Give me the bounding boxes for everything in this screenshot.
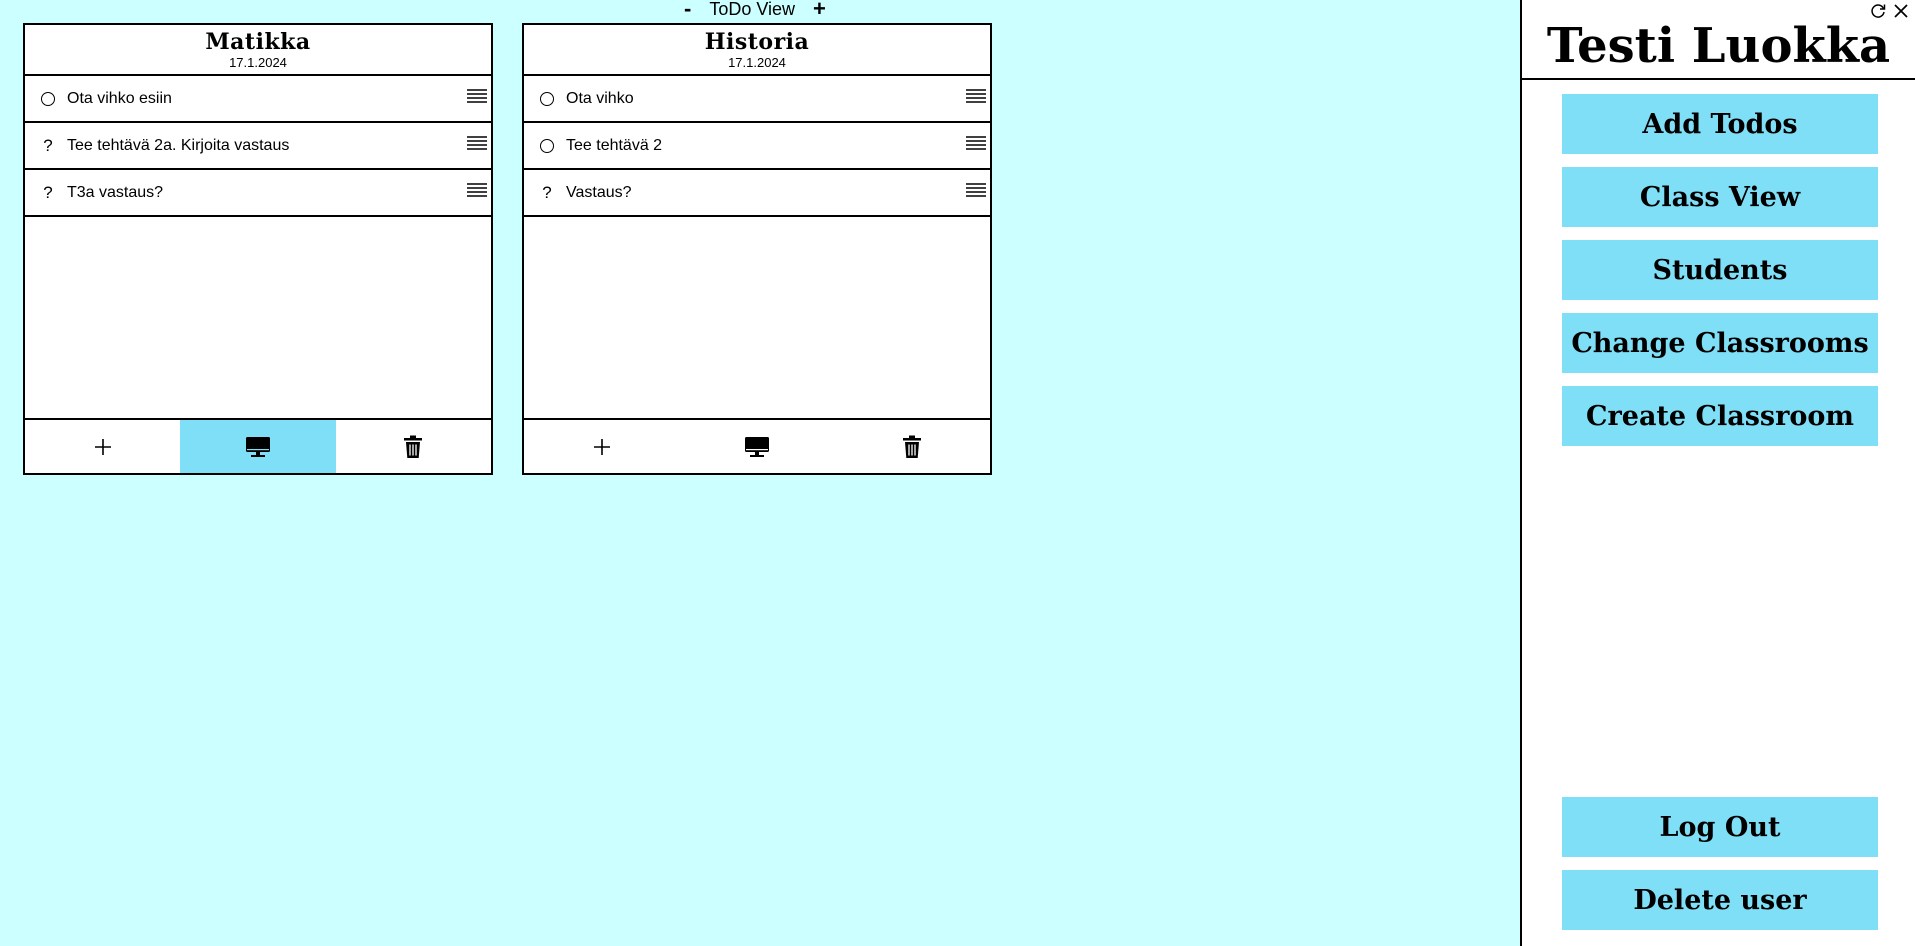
trash-icon (404, 435, 423, 458)
create-classroom-button[interactable]: Create Classroom (1562, 386, 1878, 446)
hamburger-icon[interactable] (466, 88, 488, 104)
students-button[interactable]: Students (1562, 240, 1878, 300)
zoom-out-button[interactable]: - (680, 0, 695, 20)
sidebar: Testi Luokka Add Todos Class View Studen… (1520, 0, 1915, 946)
view-toolbar: - ToDo View + (680, 0, 830, 20)
zoom-in-button[interactable]: + (809, 0, 830, 20)
card-footer (25, 418, 491, 473)
todo-item[interactable]: Ota vihko (524, 76, 990, 123)
monitor-icon (245, 436, 270, 457)
hamburger-icon[interactable] (965, 88, 987, 104)
delete-card-button[interactable] (336, 420, 491, 473)
hamburger-icon[interactable] (466, 135, 488, 151)
display-button[interactable] (180, 420, 336, 473)
todo-text: Vastaus? (566, 183, 632, 201)
view-title: ToDo View (709, 0, 796, 19)
card-header: Historia 17.1.2024 (524, 25, 990, 76)
todo-card-matikka: Matikka 17.1.2024 Ota vihko esiin ? Tee … (23, 23, 493, 475)
card-date: 17.1.2024 (728, 55, 786, 70)
hamburger-icon[interactable] (965, 135, 987, 151)
status-circle-icon[interactable] (538, 137, 556, 155)
todo-item[interactable]: ? Vastaus? (524, 170, 990, 217)
hamburger-icon[interactable] (965, 182, 987, 198)
classroom-title: Testi Luokka (1522, 0, 1915, 80)
refresh-icon[interactable] (1869, 2, 1887, 20)
add-todo-button[interactable] (25, 420, 180, 473)
todo-text: T3a vastaus? (67, 183, 164, 201)
display-button[interactable] (679, 420, 834, 473)
todo-text: Ota vihko esiin (67, 89, 172, 107)
status-question-icon[interactable]: ? (538, 183, 556, 202)
card-title: Matikka (205, 29, 311, 55)
plus-icon (94, 438, 111, 455)
todo-text: Tee tehtävä 2a. Kirjoita vastaus (67, 136, 290, 154)
close-icon[interactable] (1892, 2, 1910, 20)
todo-item[interactable]: ? T3a vastaus? (25, 170, 491, 217)
delete-card-button[interactable] (835, 420, 990, 473)
card-footer (524, 418, 990, 473)
delete-user-button[interactable]: Delete user (1562, 870, 1878, 930)
status-question-icon[interactable]: ? (39, 183, 57, 202)
trash-icon (903, 435, 922, 458)
todo-card-historia: Historia 17.1.2024 Ota vihko Tee tehtävä… (522, 23, 992, 475)
plus-icon (593, 438, 610, 455)
todo-item[interactable]: ? Tee tehtävä 2a. Kirjoita vastaus (25, 123, 491, 170)
card-date: 17.1.2024 (229, 55, 287, 70)
log-out-button[interactable]: Log Out (1562, 797, 1878, 857)
hamburger-icon[interactable] (466, 182, 488, 198)
add-todos-button[interactable]: Add Todos (1562, 94, 1878, 154)
todo-item[interactable]: Tee tehtävä 2 (524, 123, 990, 170)
todo-item[interactable]: Ota vihko esiin (25, 76, 491, 123)
monitor-icon (744, 436, 769, 457)
todo-text: Ota vihko (566, 89, 634, 107)
card-header: Matikka 17.1.2024 (25, 25, 491, 76)
class-view-button[interactable]: Class View (1562, 167, 1878, 227)
change-classrooms-button[interactable]: Change Classrooms (1562, 313, 1878, 373)
status-question-icon[interactable]: ? (39, 136, 57, 155)
status-circle-icon[interactable] (39, 90, 57, 108)
card-title: Historia (704, 29, 810, 55)
add-todo-button[interactable] (524, 420, 679, 473)
status-circle-icon[interactable] (538, 90, 556, 108)
todo-text: Tee tehtävä 2 (566, 136, 663, 154)
